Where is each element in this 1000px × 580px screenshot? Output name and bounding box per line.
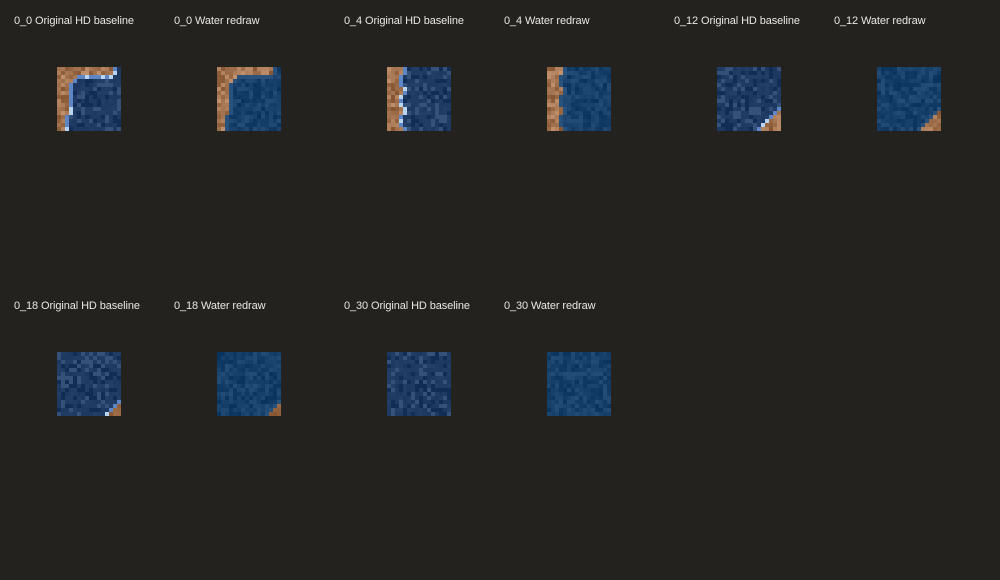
tile-cell-0-4-original: 0_4 Original HD baseline	[344, 14, 504, 164]
tile-image-0-0-redraw	[217, 67, 281, 131]
tile-cell-0-30-redraw: 0_30 Water redraw	[504, 299, 664, 449]
tile-label: 0_18 Original HD baseline	[14, 300, 140, 312]
water-tile-graphic	[387, 67, 451, 131]
tile-cell-0-4-redraw: 0_4 Water redraw	[504, 14, 664, 164]
tile-image-0-12-redraw	[877, 67, 941, 131]
water-tile-graphic	[547, 352, 611, 416]
tile-label: 0_0 Original HD baseline	[14, 15, 134, 27]
water-tile-graphic	[877, 67, 941, 131]
water-tile-graphic	[57, 352, 121, 416]
tile-image-0-0-original	[57, 67, 121, 131]
tile-label: 0_30 Original HD baseline	[344, 300, 470, 312]
tile-label: 0_12 Original HD baseline	[674, 15, 800, 27]
tile-image-0-30-redraw	[547, 352, 611, 416]
tile-label: 0_30 Water redraw	[504, 300, 596, 312]
tile-label: 0_0 Water redraw	[174, 15, 260, 27]
water-tile-graphic	[57, 67, 121, 131]
tile-label: 0_12 Water redraw	[834, 15, 926, 27]
tile-cell-0-0-redraw: 0_0 Water redraw	[174, 14, 334, 164]
water-tile-graphic	[217, 352, 281, 416]
tile-cell-0-12-original: 0_12 Original HD baseline	[674, 14, 834, 164]
tile-image-0-4-original	[387, 67, 451, 131]
water-tile-graphic	[717, 67, 781, 131]
tile-label: 0_18 Water redraw	[174, 300, 266, 312]
tile-image-0-18-original	[57, 352, 121, 416]
tile-label: 0_4 Original HD baseline	[344, 15, 464, 27]
tile-cell-0-18-original: 0_18 Original HD baseline	[14, 299, 174, 449]
tile-image-0-30-original	[387, 352, 451, 416]
tile-cell-0-0-original: 0_0 Original HD baseline	[14, 14, 174, 164]
tile-cell-0-30-original: 0_30 Original HD baseline	[344, 299, 504, 449]
water-tile-graphic	[547, 67, 611, 131]
tile-cell-0-18-redraw: 0_18 Water redraw	[174, 299, 334, 449]
tile-image-0-12-original	[717, 67, 781, 131]
tile-image-0-18-redraw	[217, 352, 281, 416]
water-tile-graphic	[387, 352, 451, 416]
tile-cell-0-12-redraw: 0_12 Water redraw	[834, 14, 994, 164]
tile-label: 0_4 Water redraw	[504, 15, 590, 27]
tile-image-0-4-redraw	[547, 67, 611, 131]
water-tile-graphic	[217, 67, 281, 131]
